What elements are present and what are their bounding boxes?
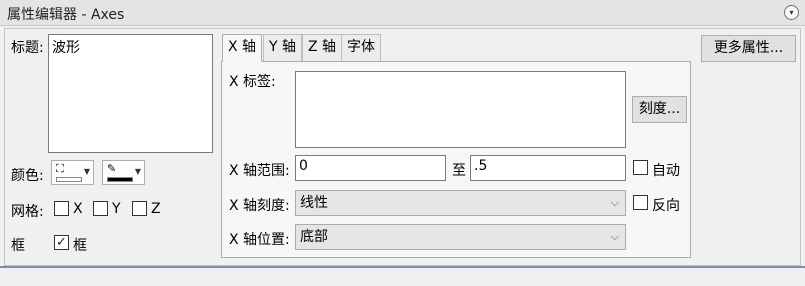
tab-y-axis[interactable]: Y 轴: [263, 34, 303, 61]
paint-bucket-icon: ⛶: [56, 162, 64, 175]
grid-x-label: X: [73, 201, 83, 217]
more-properties-button[interactable]: 更多属性...: [701, 35, 796, 62]
window-title: 属性编辑器 - Axes: [7, 7, 125, 23]
reverse-label: 反向: [652, 198, 680, 214]
auto-checkbox[interactable]: [633, 160, 648, 175]
grid-label: 网格:: [11, 204, 44, 220]
x-label-input[interactable]: [295, 71, 626, 148]
collapse-icon[interactable]: ▾: [784, 5, 799, 20]
range-to-label: 至: [452, 163, 466, 179]
grid-z-label: Z: [151, 201, 161, 217]
box-label: 框: [11, 238, 25, 254]
x-position-label: X 轴位置:: [229, 232, 290, 248]
x-scale-select[interactable]: 线性 ⌵: [295, 190, 626, 216]
grid-x-checkbox[interactable]: [54, 201, 69, 216]
title-bar: 属性编辑器 - Axes ▾: [0, 0, 805, 26]
x-position-value: 底部: [300, 229, 328, 245]
ticks-button[interactable]: 刻度...: [632, 96, 687, 123]
grid-z-checkbox[interactable]: [132, 201, 147, 216]
line-color-button[interactable]: ✎ ▼: [102, 160, 145, 185]
grid-y-checkbox[interactable]: [93, 201, 108, 216]
chevron-down-icon: ⌵: [610, 230, 619, 243]
color-label: 颜色:: [11, 168, 44, 184]
x-range-max-input[interactable]: .5: [470, 155, 626, 181]
title-input[interactable]: 波形: [48, 34, 213, 153]
box-checkbox-label: 框: [73, 238, 87, 254]
chevron-down-icon: ⌵: [610, 196, 619, 209]
pen-icon: ✎: [107, 162, 117, 175]
bottom-divider: [0, 266, 805, 286]
x-position-select[interactable]: 底部 ⌵: [295, 224, 626, 250]
box-checkbox[interactable]: ✓: [54, 235, 69, 250]
line-color-swatch: [107, 177, 133, 182]
reverse-checkbox[interactable]: [633, 195, 648, 210]
title-label: 标题:: [11, 40, 44, 56]
x-range-label: X 轴范围:: [229, 163, 290, 179]
x-label-label: X 标签:: [229, 74, 276, 90]
tab-x-axis[interactable]: X 轴: [222, 34, 263, 62]
x-scale-label: X 轴刻度:: [229, 198, 290, 214]
grid-y-label: Y: [112, 201, 121, 217]
fill-color-swatch: [56, 177, 82, 182]
dropdown-arrow-icon: ▼: [134, 167, 141, 176]
tab-font[interactable]: 字体: [341, 34, 381, 61]
tab-z-axis[interactable]: Z 轴: [302, 34, 343, 61]
x-range-min-input[interactable]: 0: [295, 155, 446, 181]
fill-color-button[interactable]: ⛶ ▼: [51, 160, 94, 185]
auto-label: 自动: [652, 163, 680, 179]
dropdown-arrow-icon: ▼: [83, 167, 90, 176]
x-scale-value: 线性: [300, 195, 328, 211]
